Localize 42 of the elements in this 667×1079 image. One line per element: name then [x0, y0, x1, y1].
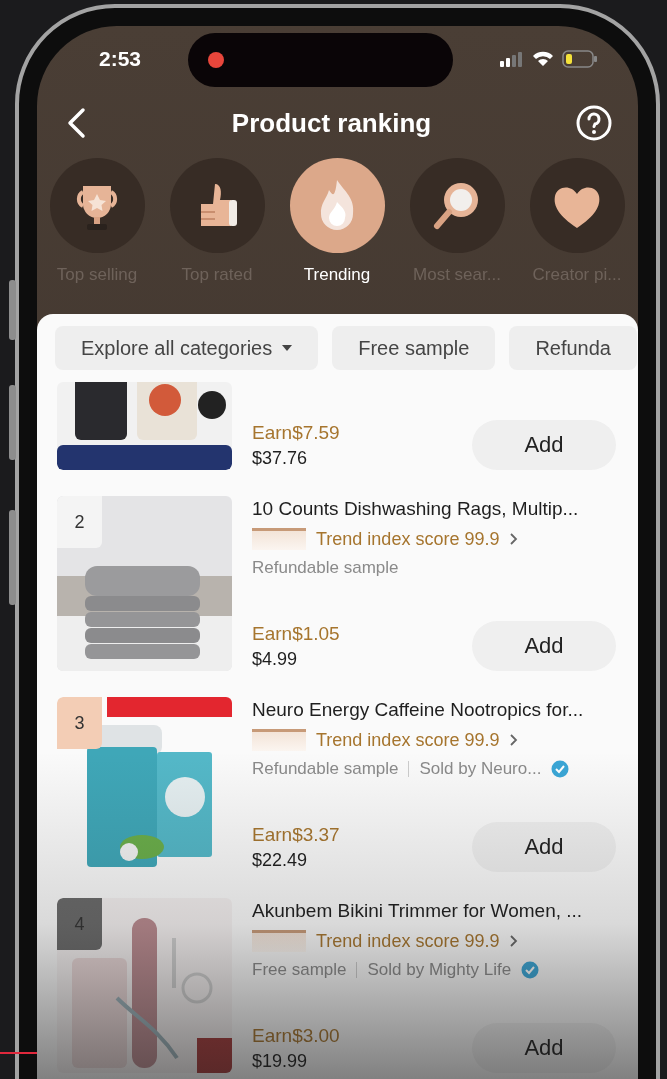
- wifi-icon: [532, 51, 554, 67]
- chevron-icon: [509, 532, 519, 546]
- trend-score-link[interactable]: Trend index score 99.9: [316, 729, 500, 751]
- price: $37.76: [252, 447, 309, 469]
- add-button[interactable]: Add: [472, 621, 616, 671]
- sample-label: Refundable sample: [252, 558, 399, 578]
- price: $4.99: [252, 648, 299, 670]
- signal-icon: [500, 51, 524, 67]
- chevron-icon: [509, 733, 519, 747]
- add-button[interactable]: Add: [472, 1023, 616, 1073]
- help-icon[interactable]: [576, 105, 612, 141]
- gradient-strip: [252, 930, 306, 952]
- seller-label: Sold by Mighty Life: [367, 960, 512, 980]
- earn-amount: Earn$7.59: [252, 421, 340, 444]
- filter-chip[interactable]: Explore all categories: [55, 326, 319, 370]
- battery-icon: [562, 50, 598, 68]
- sample-label: Refundable sample: [252, 759, 399, 779]
- page-title: Product ranking: [231, 107, 432, 139]
- earn-amount: Earn$3.00: [252, 1024, 340, 1047]
- back-icon[interactable]: [65, 107, 87, 139]
- add-button[interactable]: Add: [472, 822, 616, 872]
- filter-chip[interactable]: Refunda: [509, 326, 637, 370]
- category-tab[interactable]: Trending: [277, 158, 397, 314]
- product-title[interactable]: 10 Counts Dishwashing Rags, Multip...: [252, 498, 616, 520]
- seller-label: Sold by Neuro...: [419, 759, 542, 779]
- product-title[interactable]: Neuro Energy Caffeine Nootropics for...: [252, 699, 616, 721]
- chevron-icon: [509, 934, 519, 948]
- price: $22.49: [252, 849, 309, 871]
- add-button[interactable]: Add: [472, 420, 616, 470]
- gradient-strip: [252, 528, 306, 550]
- rank-badge: 3: [57, 697, 102, 749]
- gradient-strip: [252, 729, 306, 751]
- trend-score-link[interactable]: Trend index score 99.9: [316, 528, 500, 550]
- rank-badge: 2: [57, 496, 102, 548]
- earn-amount: Earn$3.37: [252, 823, 340, 846]
- filter-chip[interactable]: Free sample: [332, 326, 496, 370]
- status-time: 2:53: [99, 47, 142, 71]
- price: $19.99: [252, 1050, 309, 1072]
- sample-label: Free sample: [252, 960, 347, 980]
- earn-amount: Earn$1.05: [252, 622, 340, 645]
- caret-icon: [282, 344, 293, 352]
- product-title[interactable]: Akunbem Bikini Trimmer for Women, ...: [252, 900, 616, 922]
